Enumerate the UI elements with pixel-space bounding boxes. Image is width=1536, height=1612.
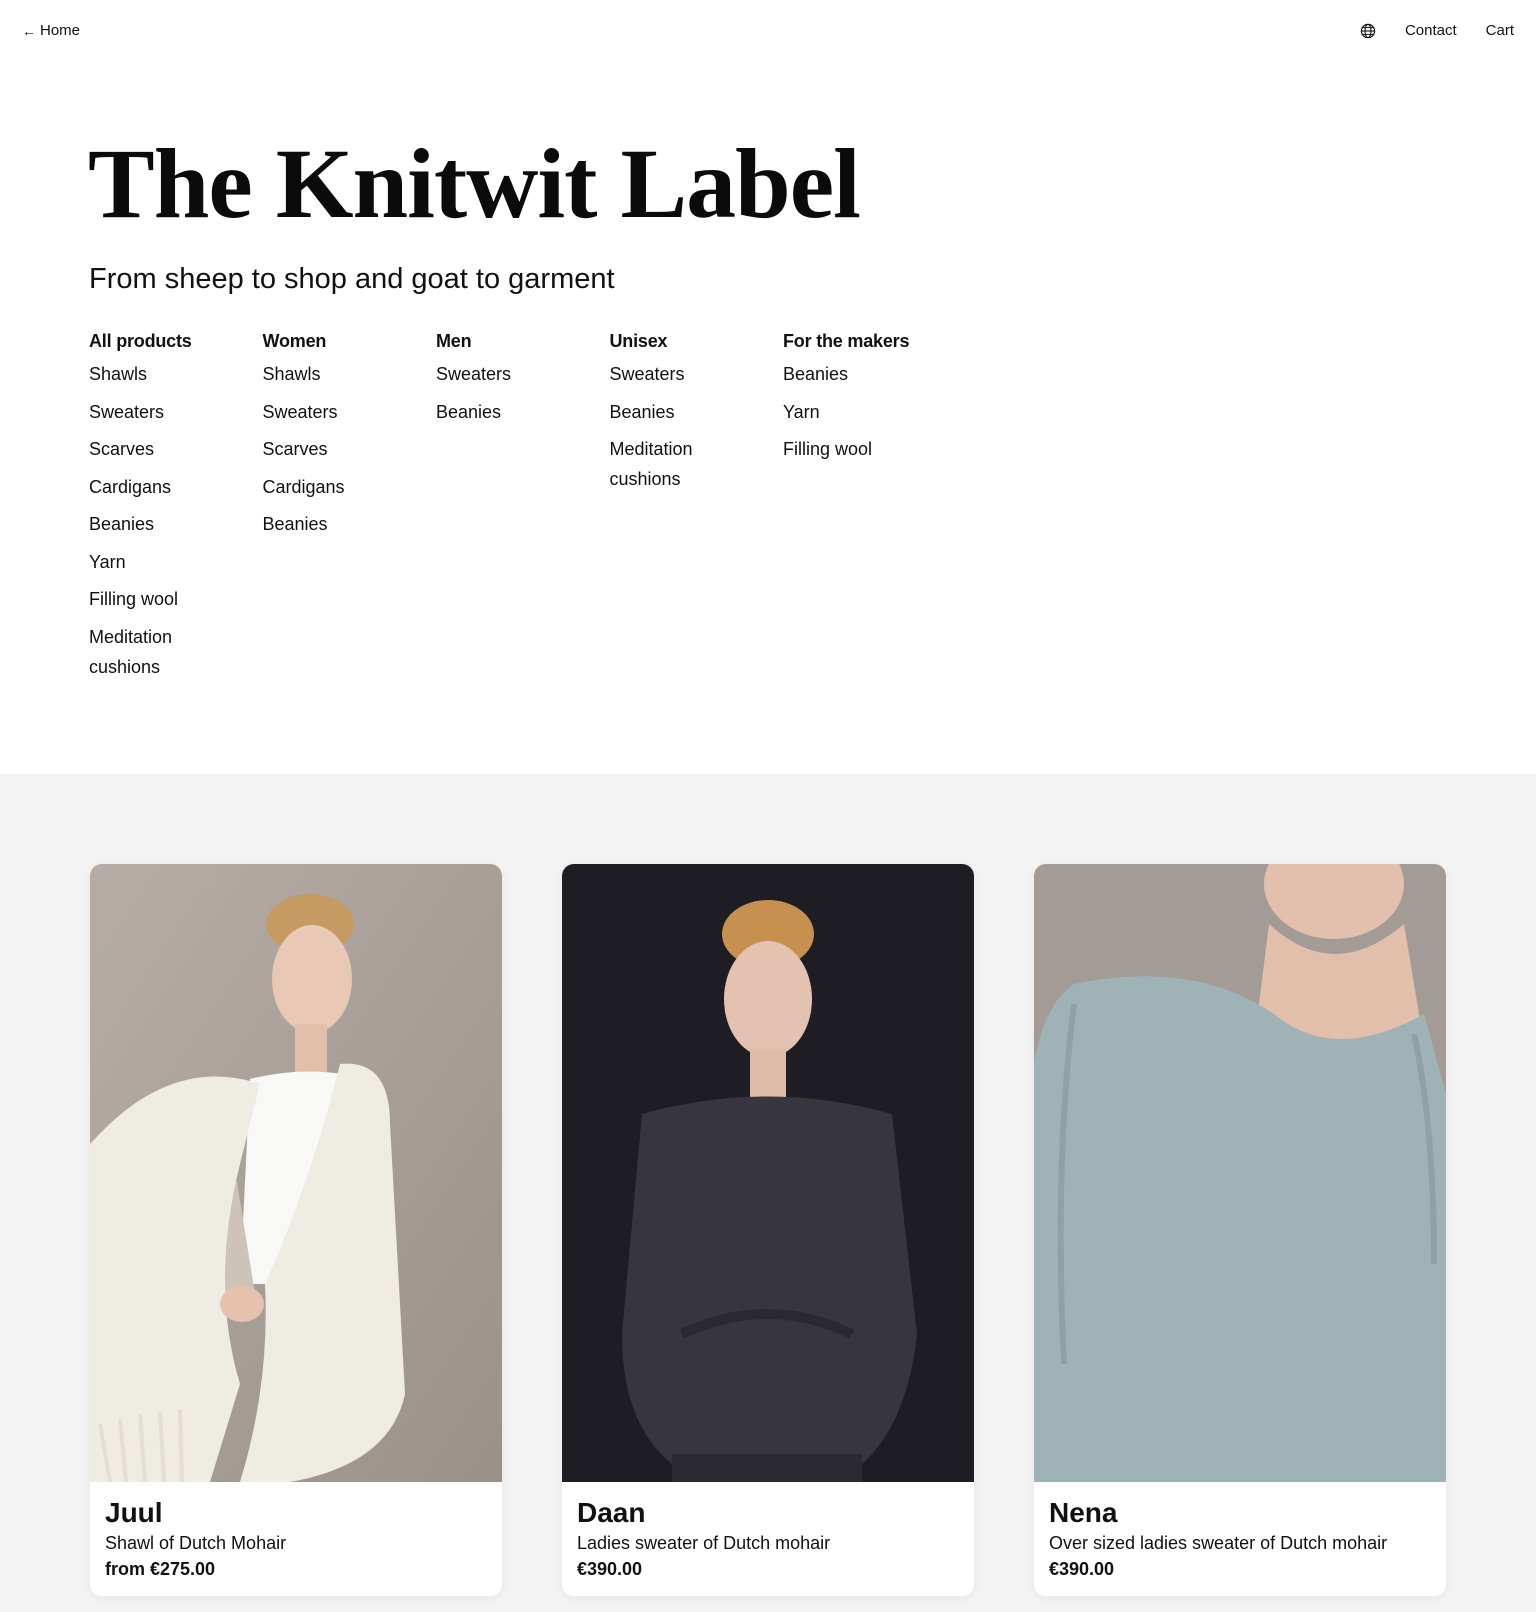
category-column: Unisex Sweaters Beanies Meditation cushions (610, 328, 784, 689)
category-heading[interactable]: All products (89, 328, 263, 354)
category-item: Beanies (89, 509, 199, 539)
category-item: Scarves (263, 434, 373, 464)
category-item: Meditation cushions (610, 434, 720, 494)
category-item: Sweaters (263, 397, 373, 427)
category-link[interactable]: Beanies (263, 514, 328, 534)
product-card-juul[interactable]: Juul Shawl of Dutch Mohair from €275.00 (90, 864, 502, 1596)
category-link[interactable]: Shawls (263, 364, 321, 384)
category-link[interactable]: Beanies (436, 402, 501, 422)
arrow-left-icon: ← (22, 23, 36, 39)
category-item: Cardigans (263, 472, 373, 502)
category-link[interactable]: Sweaters (263, 402, 338, 422)
category-item: Cardigans (89, 472, 199, 502)
category-item: Sweaters (89, 397, 199, 427)
featured-products: Juul Shawl of Dutch Mohair from €275.00 … (0, 774, 1536, 1612)
product-name: Nena (1049, 1497, 1118, 1528)
product-price: €390.00 (1049, 1559, 1115, 1579)
product-name: Juul (105, 1497, 163, 1528)
product-description: Shawl of Dutch Mohair (105, 1533, 287, 1553)
product-description: Ladies sweater of Dutch mohair (577, 1533, 831, 1553)
product-price: from €275.00 (105, 1559, 216, 1579)
product-photo-sweater-blue (1034, 864, 1446, 1482)
category-column: Men Sweaters Beanies (436, 328, 610, 689)
category-item: Shawls (263, 359, 373, 389)
product-info: Nena Over sized ladies sweater of Dutch … (1034, 1482, 1446, 1582)
product-card-nena[interactable]: Nena Over sized ladies sweater of Dutch … (1034, 864, 1446, 1596)
category-item: Filling wool (783, 434, 893, 464)
category-menu: All products Shawls Sweaters Scarves Cardiga… (89, 328, 957, 689)
category-link[interactable]: Beanies (610, 402, 675, 422)
category-link[interactable]: Sweaters (436, 364, 511, 384)
product-card-daan[interactable]: Daan Ladies sweater of Dutch mohair €390… (562, 864, 974, 1596)
category-link[interactable]: Yarn (89, 552, 126, 572)
category-column: All products Shawls Sweaters Scarves Cardiga… (89, 328, 263, 689)
category-item: Beanies (610, 397, 720, 427)
home-link-label: Home (40, 22, 81, 39)
category-heading[interactable]: For the makers (783, 328, 957, 354)
category-list: Shawls Sweaters Scarves Cardigans Beanies (263, 359, 437, 539)
category-item: Yarn (89, 547, 199, 577)
category-link[interactable]: Scarves (89, 439, 154, 459)
category-link[interactable]: Meditation cushions (89, 627, 172, 677)
category-link[interactable]: Beanies (783, 364, 848, 384)
category-list: Shawls Sweaters Scarves Cardigans Beanies Yar… (89, 359, 263, 682)
category-link[interactable]: Cardigans (89, 477, 171, 497)
category-link[interactable]: Shawls (89, 364, 147, 384)
category-link[interactable]: Cardigans (263, 477, 345, 497)
category-link[interactable]: Beanies (89, 514, 154, 534)
category-list: Beanies Yarn Filling wool (783, 359, 957, 464)
globe-icon (1360, 23, 1376, 39)
category-item: Beanies (783, 359, 893, 389)
category-item: Filling wool (89, 584, 199, 614)
category-item: Shawls (89, 359, 199, 389)
product-photo-shawl (90, 864, 502, 1482)
category-link[interactable]: Filling wool (783, 439, 872, 459)
category-link[interactable]: Meditation cushions (610, 439, 693, 489)
category-list: Sweaters Beanies Meditation cushions (610, 359, 784, 494)
home-link[interactable]: ← Home (22, 20, 80, 42)
category-heading[interactable]: Women (263, 328, 437, 354)
category-heading[interactable]: Men (436, 328, 610, 354)
cart-link[interactable]: Cart (1486, 20, 1514, 42)
category-item: Scarves (89, 434, 199, 464)
contact-link[interactable]: Contact (1405, 20, 1457, 42)
language-selector[interactable] (1360, 23, 1376, 39)
category-heading[interactable]: Unisex (610, 328, 784, 354)
product-price: €390.00 (577, 1559, 643, 1579)
category-column: Women Shawls Sweaters Scarves Cardigans Beani… (263, 328, 437, 689)
category-link[interactable]: Yarn (783, 402, 820, 422)
product-name: Daan (577, 1497, 646, 1528)
category-item: Beanies (436, 397, 546, 427)
category-column: For the makers Beanies Yarn Filling wool (783, 328, 957, 689)
product-description: Over sized ladies sweater of Dutch mohai… (1049, 1533, 1388, 1553)
category-item: Beanies (263, 509, 373, 539)
category-link[interactable]: Sweaters (89, 402, 164, 422)
product-photo-sweater-dark (562, 864, 974, 1482)
category-list: Sweaters Beanies (436, 359, 610, 427)
top-navigation: ← Home Contact Cart (0, 0, 1536, 62)
category-link[interactable]: Scarves (263, 439, 328, 459)
category-item: Yarn (783, 397, 893, 427)
product-info: Juul Shawl of Dutch Mohair from €275.00 (90, 1482, 502, 1582)
category-item: Meditation cushions (89, 622, 199, 682)
category-link[interactable]: Sweaters (610, 364, 685, 384)
product-info: Daan Ladies sweater of Dutch mohair €390… (562, 1482, 974, 1582)
page-subtitle: From sheep to shop and goat to garment (89, 263, 615, 295)
category-link[interactable]: Filling wool (89, 589, 178, 609)
utility-nav: Contact Cart (1360, 20, 1514, 42)
category-item: Sweaters (610, 359, 720, 389)
page-title: The Knitwit Label (88, 128, 861, 239)
category-item: Sweaters (436, 359, 546, 389)
